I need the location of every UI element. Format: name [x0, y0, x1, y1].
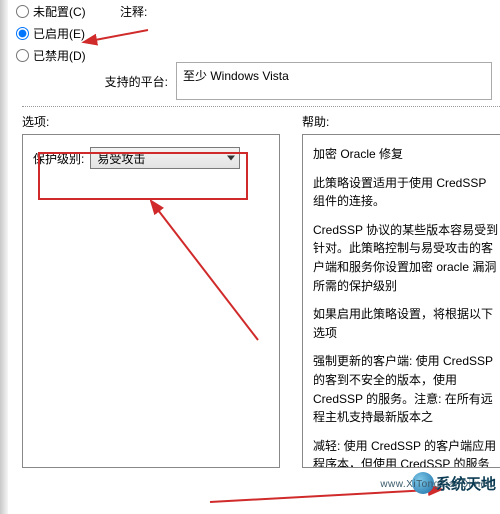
watermark: 系统天地 www.XiTongTianDi.net	[412, 472, 496, 494]
options-panel: 保护级别: 易受攻击	[22, 134, 280, 468]
options-label: 选项:	[22, 113, 302, 130]
separator	[22, 106, 500, 107]
notes-label: 注释:	[120, 3, 147, 20]
help-text: 减轻: 使用 CredSSP 的客户端应用程序本，但使用 CredSSP 的服务…	[313, 437, 499, 468]
radio-enabled[interactable]	[16, 27, 29, 40]
policy-editor: 未配置(C) 注释: 已启用(E) 已禁用(D) 支持的平台: 至少 Windo…	[10, 0, 500, 468]
radio-label-enabled: 已启用(E)	[33, 25, 85, 42]
radio-disabled[interactable]	[16, 49, 29, 62]
help-text: 强制更新的客户端: 使用 CredSSP 的客到不安全的版本，使用 CredSS…	[313, 352, 499, 426]
help-label: 帮助:	[302, 113, 500, 130]
protection-level-value: 易受攻击	[97, 150, 145, 167]
radio-label-disabled: 已禁用(D)	[33, 47, 86, 64]
help-panel: 加密 Oracle 修复 此策略设置适用于使用 CredSSP 组件的连接。 C…	[302, 134, 500, 468]
watermark-url: www.XiTongTianDi.net	[380, 479, 490, 490]
protection-level-select[interactable]: 易受攻击	[90, 147, 240, 169]
help-title: 加密 Oracle 修复	[313, 145, 499, 164]
help-text: 如果启用此策略设置，将根据以下选项	[313, 305, 499, 342]
protection-level-label: 保护级别:	[33, 150, 84, 167]
state-enabled[interactable]: 已启用(E)	[16, 25, 120, 42]
help-text: 此策略设置适用于使用 CredSSP 组件的连接。	[313, 174, 499, 211]
supported-platform-box: 至少 Windows Vista	[176, 62, 492, 100]
help-text: CredSSP 协议的某些版本容易受到针对。此策略控制与易受攻击的客户端和服务你…	[313, 221, 499, 295]
chevron-down-icon	[227, 156, 235, 161]
radio-label-not-configured: 未配置(C)	[33, 3, 86, 20]
state-not-configured[interactable]: 未配置(C)	[16, 3, 120, 20]
supported-platform-value: 至少 Windows Vista	[183, 67, 289, 84]
supported-platform-label: 支持的平台:	[16, 73, 176, 90]
window-shadow	[0, 0, 8, 514]
radio-not-configured[interactable]	[16, 5, 29, 18]
state-disabled[interactable]: 已禁用(D)	[16, 47, 120, 64]
